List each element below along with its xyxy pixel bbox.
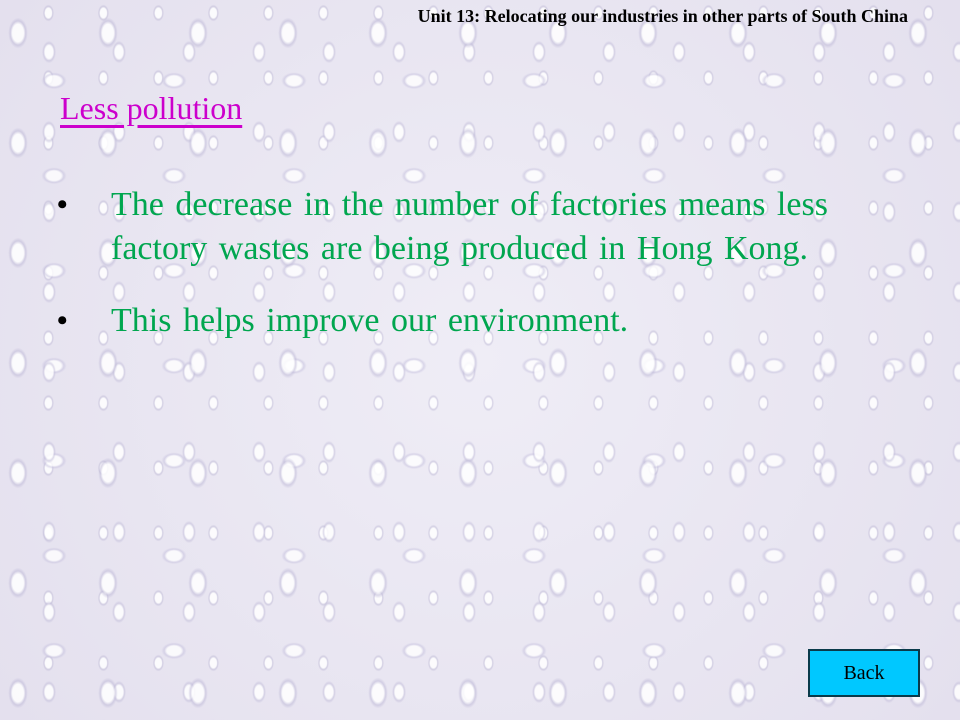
bullet-item: • This helps improve our environment. [57,299,937,343]
bullet-text: This helps improve our environment. [111,302,629,339]
bullet-list: • The decrease in the number of factorie… [57,183,937,371]
slide: Unit 13: Relocating our industries in ot… [0,0,960,720]
bullet-icon: • [57,304,68,337]
section-heading-link[interactable]: Less pollution [60,90,242,127]
back-button[interactable]: Back [808,649,920,697]
bullet-item: • The decrease in the number of factorie… [57,183,937,271]
bullet-text: The decrease in the number of factories … [111,186,828,267]
unit-title: Unit 13: Relocating our industries in ot… [417,6,908,26]
bullet-icon: • [57,188,68,221]
